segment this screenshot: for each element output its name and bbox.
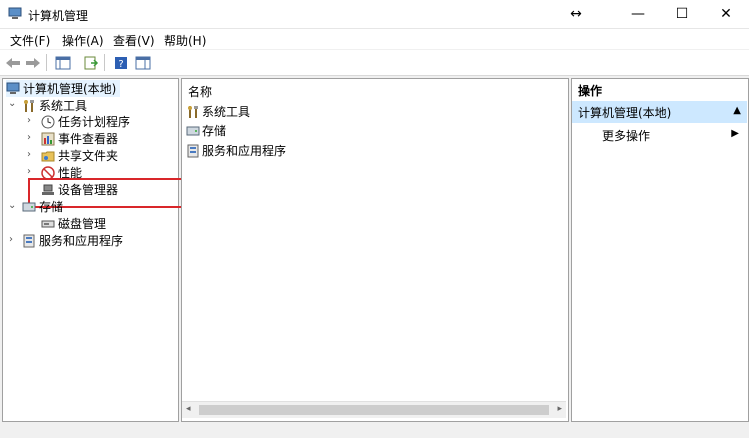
menu-action[interactable]: 操作(A)	[62, 32, 104, 49]
list-pane	[181, 78, 569, 422]
chevron-right-icon[interactable]: ›	[27, 132, 31, 143]
list-item-label: 存储	[202, 124, 227, 138]
submenu-arrow-icon: ▶	[731, 128, 739, 139]
action-more-actions[interactable]: 更多操作 ▶	[572, 125, 747, 145]
tree-item-label: 事件查看器	[58, 132, 119, 146]
storage-icon	[22, 200, 36, 214]
toolbar: ?	[0, 50, 749, 76]
tree-item-label: 共享文件夹	[58, 149, 119, 163]
tree-item-storage[interactable]: 存储	[22, 198, 63, 215]
action-label: 更多操作	[602, 128, 651, 143]
menu-view[interactable]: 查看(V)	[113, 32, 155, 49]
actions-section-label: 计算机管理(本地)	[578, 105, 672, 120]
toolbar-separator	[46, 54, 47, 71]
tree-item-label: 任务计划程序	[58, 115, 131, 129]
chevron-right-icon[interactable]: ›	[27, 115, 31, 126]
toolbar-separator	[104, 54, 105, 71]
list-item-label: 系统工具	[202, 105, 251, 119]
list-item-services[interactable]: 服务和应用程序	[186, 142, 286, 159]
horizontal-scrollbar[interactable]: ◂ ▸	[182, 401, 566, 418]
tree-item-label: 存储	[39, 200, 64, 214]
back-arrow-icon[interactable]	[4, 54, 21, 71]
list-item-system-tools[interactable]: 系统工具	[186, 103, 250, 120]
show-action-pane-icon[interactable]	[134, 54, 151, 71]
tree-item-root[interactable]: 计算机管理(本地)	[6, 80, 121, 97]
minimize-button[interactable]: —	[618, 0, 658, 28]
tools-icon	[186, 105, 200, 119]
chevron-right-icon[interactable]: ›	[27, 149, 31, 160]
column-header-name[interactable]: 名称	[188, 83, 212, 100]
forward-arrow-icon[interactable]	[24, 54, 41, 71]
storage-icon	[186, 124, 200, 138]
menu-bar: 文件(F) 操作(A) 查看(V) 帮助(H)	[0, 29, 749, 49]
actions-section[interactable]: 计算机管理(本地) ▲	[572, 101, 747, 123]
move-icon: ↔	[570, 6, 582, 22]
services-icon	[186, 144, 200, 158]
list-item-storage[interactable]: 存储	[186, 122, 226, 139]
chevron-right-icon[interactable]: ›	[9, 234, 13, 245]
shared-folder-icon	[41, 149, 55, 163]
tree-item-label: 磁盘管理	[58, 217, 107, 231]
help-icon[interactable]: ?	[112, 54, 129, 71]
disk-icon	[41, 217, 55, 231]
export-list-icon[interactable]	[82, 54, 99, 71]
title-bar: 计算机管理 ↔ — ☐ ✕	[0, 0, 749, 29]
chevron-down-icon[interactable]: ⌄	[8, 200, 16, 211]
status-bar	[0, 422, 749, 438]
scrollbar-thumb[interactable]	[199, 405, 549, 415]
clock-icon	[41, 115, 55, 129]
scroll-right-icon[interactable]: ▸	[557, 404, 562, 414]
chevron-right-icon[interactable]: ›	[27, 166, 31, 177]
scroll-left-icon[interactable]: ◂	[186, 404, 191, 414]
tree-item-label: 服务和应用程序	[39, 234, 124, 248]
services-icon	[22, 234, 36, 248]
menu-file[interactable]: 文件(F)	[10, 32, 50, 49]
tree-item-services[interactable]: 服务和应用程序	[22, 232, 123, 249]
maximize-button[interactable]: ☐	[662, 0, 702, 28]
actions-header: 操作	[578, 83, 603, 98]
computer-management-icon	[6, 82, 20, 96]
event-viewer-icon	[41, 132, 55, 146]
svg-text:?: ?	[118, 59, 123, 70]
tree-item-label: 计算机管理(本地)	[23, 82, 117, 96]
tree-item-label: 系统工具	[39, 99, 88, 113]
show-hide-tree-icon[interactable]	[54, 54, 71, 71]
close-button[interactable]: ✕	[706, 0, 746, 28]
tools-icon	[22, 99, 36, 113]
tree-item-disk-management[interactable]: 磁盘管理	[41, 215, 106, 232]
list-item-label: 服务和应用程序	[202, 144, 287, 158]
computer-management-icon	[8, 7, 22, 20]
menu-help[interactable]: 帮助(H)	[164, 32, 206, 49]
tree-item-system-tools[interactable]: 系统工具	[22, 97, 87, 114]
window-title: 计算机管理	[28, 9, 89, 23]
chevron-down-icon[interactable]: ⌄	[8, 98, 16, 109]
tree-item-task-scheduler[interactable]: 任务计划程序	[41, 113, 130, 130]
tree-item-event-viewer[interactable]: 事件查看器	[41, 130, 118, 147]
tree-item-shared-folders[interactable]: 共享文件夹	[41, 147, 118, 164]
collapse-up-icon[interactable]: ▲	[733, 105, 741, 116]
